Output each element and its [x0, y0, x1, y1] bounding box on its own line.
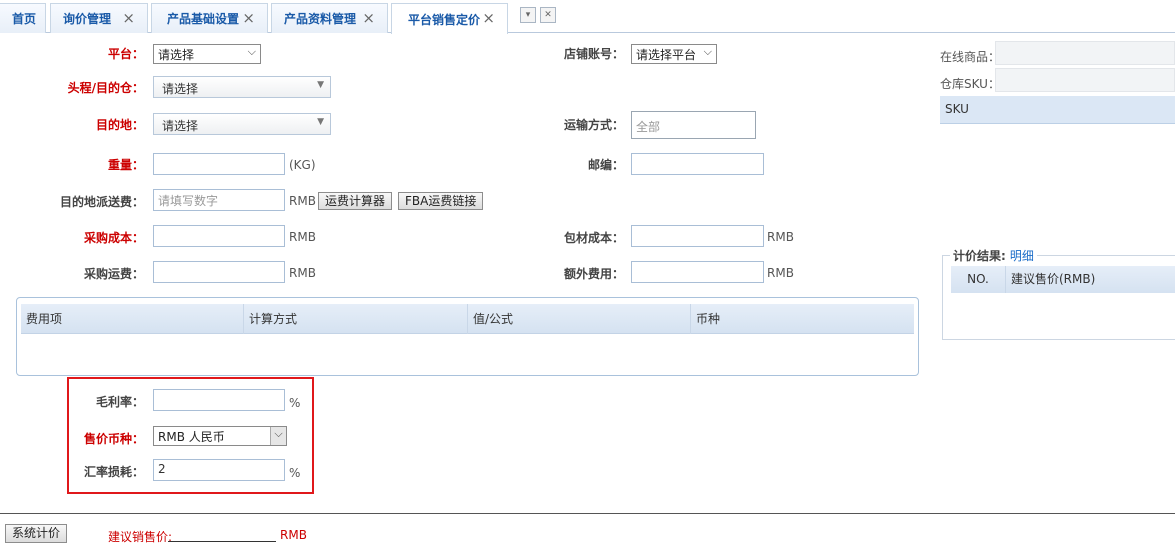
- extra-fee-unit: RMB: [767, 266, 794, 280]
- calc-result-title: 计价结果: 明细: [950, 247, 1037, 264]
- sku-header: SKU: [940, 96, 1175, 124]
- packaging-cost-label: 包材成本：: [563, 231, 624, 245]
- suggested-price-label: 建议销售价:: [108, 530, 173, 544]
- fee-col-value: 值/公式: [468, 304, 691, 334]
- tab-menu-icon[interactable]: ▾: [520, 7, 536, 23]
- dest-delivery-fee-unit: RMB: [289, 194, 316, 208]
- suggested-price-value: [168, 541, 276, 542]
- caret-down-icon: ▼: [317, 117, 324, 127]
- head-warehouse-select[interactable]: 请选择 ▼: [153, 76, 331, 98]
- tab-home[interactable]: 首页: [0, 3, 46, 33]
- head-warehouse-value: 请选择: [162, 82, 199, 96]
- packaging-cost-input[interactable]: [631, 225, 764, 247]
- tab-label: 首页: [12, 12, 37, 26]
- calc-col-price: 建议售价(RMB): [1011, 272, 1096, 286]
- fee-col-currency: 币种: [696, 312, 721, 326]
- fee-table: 费用项 计算方式 值/公式 币种: [16, 297, 919, 376]
- close-icon[interactable]: ×: [122, 11, 135, 26]
- extra-fee-label: 额外费用：: [563, 267, 624, 281]
- online-product-label: 在线商品：: [940, 50, 1001, 64]
- weight-unit: (KG): [289, 158, 316, 172]
- destination-select[interactable]: 请选择 ▼: [153, 113, 331, 135]
- purchase-freight-unit: RMB: [289, 266, 316, 280]
- close-all-icon[interactable]: ✕: [540, 7, 556, 23]
- chevron-down-icon: ⌵: [247, 45, 256, 58]
- tab-product-settings[interactable]: 产品基础设置 ×: [151, 3, 268, 33]
- fba-freight-link-button[interactable]: FBA运费链接: [398, 192, 484, 210]
- system-pricing-button[interactable]: 系统计价: [5, 524, 68, 543]
- calc-detail-link[interactable]: 明细: [1010, 249, 1034, 263]
- tab-label: 产品基础设置: [167, 12, 240, 26]
- tab-label: 询价管理: [63, 12, 112, 26]
- shop-account-label: 店铺账号：: [563, 47, 624, 61]
- dest-delivery-fee-label: 目的地派送费：: [59, 195, 144, 209]
- calc-col-no: NO.: [951, 266, 1006, 293]
- purchase-freight-label: 采购运费：: [83, 267, 144, 281]
- destination-value: 请选择: [162, 119, 199, 133]
- packaging-cost-unit: RMB: [767, 230, 794, 244]
- destination-label: 目的地：: [95, 118, 144, 132]
- tab-bar: 首页 询价管理 × 产品基础设置 × 产品资料管理 × 平台销售定价 × ▾ ✕: [0, 0, 1175, 34]
- fee-col-method: 计算方式: [244, 304, 468, 334]
- footer-divider: [0, 513, 1175, 514]
- warehouse-sku-label: 仓库SKU：: [940, 77, 1000, 91]
- online-product-field[interactable]: [995, 41, 1175, 65]
- platform-label: 平台：: [107, 47, 144, 61]
- purchase-cost-label: 采购成本：: [83, 231, 144, 245]
- postcode-input[interactable]: [631, 153, 764, 175]
- suggested-price-unit: RMB: [280, 528, 307, 542]
- tab-label: 平台销售定价: [408, 12, 481, 27]
- calc-result-header: NO. 建议售价(RMB): [951, 266, 1175, 293]
- head-warehouse-label: 头程/目的仓：: [67, 81, 144, 95]
- weight-label: 重量：: [107, 158, 144, 172]
- dest-delivery-fee-input[interactable]: 请填写数字: [153, 189, 285, 211]
- platform-select[interactable]: 请选择 ⌵: [153, 44, 261, 64]
- tab-platform-pricing[interactable]: 平台销售定价 ×: [391, 3, 508, 34]
- close-icon[interactable]: ×: [242, 11, 255, 26]
- shop-account-value: 请选择平台: [636, 48, 697, 62]
- close-icon[interactable]: ×: [362, 11, 375, 26]
- warehouse-sku-field[interactable]: [995, 68, 1175, 92]
- purchase-cost-input[interactable]: [153, 225, 285, 247]
- tab-label: 产品资料管理: [284, 12, 357, 26]
- purchase-freight-input[interactable]: [153, 261, 285, 283]
- platform-value: 请选择: [158, 48, 195, 62]
- shop-account-select[interactable]: 请选择平台 ⌵: [631, 44, 717, 64]
- calc-result-label: 计价结果:: [953, 249, 1006, 263]
- freight-calculator-button[interactable]: 运费计算器: [318, 192, 393, 210]
- tab-product-data[interactable]: 产品资料管理 ×: [271, 3, 388, 33]
- shipping-method-field[interactable]: 全部: [631, 111, 756, 139]
- tab-inquiry[interactable]: 询价管理 ×: [50, 3, 148, 33]
- chevron-down-icon: ⌵: [703, 45, 712, 58]
- caret-down-icon: ▼: [317, 80, 324, 90]
- weight-input[interactable]: [153, 153, 285, 175]
- extra-fee-input[interactable]: [631, 261, 764, 283]
- shipping-method-label: 运输方式：: [563, 118, 624, 132]
- highlight-box: [67, 377, 314, 494]
- close-icon[interactable]: ×: [482, 11, 495, 26]
- fee-table-header: 费用项 计算方式 值/公式 币种: [21, 304, 914, 334]
- fee-col-item: 费用项: [21, 304, 244, 334]
- purchase-cost-unit: RMB: [289, 230, 316, 244]
- postcode-label: 邮编：: [587, 158, 624, 172]
